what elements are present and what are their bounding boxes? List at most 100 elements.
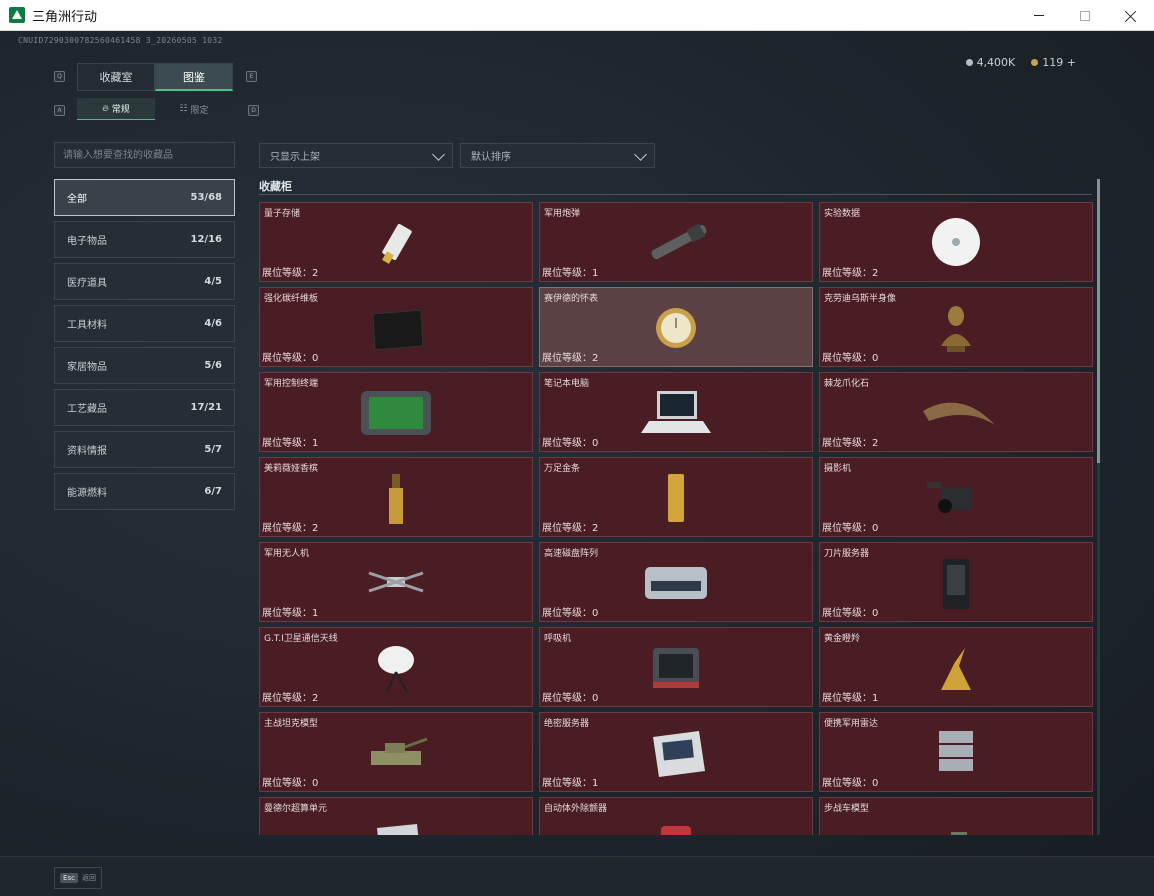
collection-card[interactable]: 绝密服务器展位等级：1 <box>539 712 813 792</box>
esc-key-hint: Esc <box>60 873 78 883</box>
collection-card[interactable]: 笔记本电脑展位等级：0 <box>539 372 813 452</box>
item-level-value: 2 <box>312 268 319 279</box>
main-tabs: 收藏室 图鉴 <box>77 63 233 91</box>
search-input[interactable] <box>54 142 235 168</box>
item-level: 展位等级：1 <box>822 689 878 704</box>
item-name: 赛伊德的怀表 <box>544 294 599 304</box>
sort-value: 默认排序 <box>471 152 511 163</box>
footer-bar <box>0 856 1154 896</box>
tab-collection-room[interactable]: 收藏室 <box>77 63 155 91</box>
item-level: 展位等级：0 <box>542 434 598 449</box>
item-name: 高速磁盘阵列 <box>544 549 599 559</box>
collection-card[interactable]: 刀片服务器 展位等级：0 <box>819 542 1093 622</box>
ifv-model-icon <box>911 806 1001 835</box>
category-item[interactable]: 能源燃料 6/7 <box>54 473 235 510</box>
collection-card[interactable]: 强化碳纤维板 展位等级：0 <box>259 287 533 367</box>
currency-silver[interactable]: 4,400K <box>965 56 1016 69</box>
item-name: 呼吸机 <box>544 634 572 644</box>
collection-grid-viewport: 量子存储 展位等级：2 军用炮弹 展位等级：1 实验数据 展位等级：2 强化碳纤维板 展位等级… <box>259 202 1093 835</box>
key-hint-q: Q <box>54 71 65 82</box>
item-name: 笔记本电脑 <box>544 379 590 389</box>
gold-coin-icon <box>1031 59 1039 66</box>
collection-card[interactable]: 自动体外除颤器 <box>539 797 813 835</box>
subtab-regular[interactable]: 🔥︎ 常规 <box>77 98 155 120</box>
collection-card[interactable]: 黄金瞪羚 展位等级：1 <box>819 627 1093 707</box>
item-level-label: 展位等级： <box>542 523 592 534</box>
item-level-label: 展位等级： <box>262 693 312 704</box>
item-name: 绝密服务器 <box>544 719 590 729</box>
gift-icon: ☷ <box>179 104 188 114</box>
grid-scrollbar-thumb[interactable] <box>1097 179 1100 463</box>
category-label: 能源燃料 <box>67 488 107 499</box>
sort-dropdown[interactable]: 默认排序 <box>460 143 655 168</box>
collection-card[interactable]: 美莉薇娅香槟 展位等级：2 <box>259 457 533 537</box>
collection-card[interactable]: 量子存储 展位等级：2 <box>259 202 533 282</box>
collection-grid: 量子存储 展位等级：2 军用炮弹 展位等级：1 实验数据 展位等级：2 强化碳纤维板 展位等级… <box>259 202 1093 835</box>
collection-card[interactable]: 万足金条 展位等级：2 <box>539 457 813 537</box>
ventilator-icon <box>631 636 721 698</box>
subtab-limited[interactable]: ☷ 限定 <box>155 98 233 120</box>
collection-card[interactable]: 棘龙爪化石 展位等级：2 <box>819 372 1093 452</box>
collection-card[interactable]: 军用炮弹 展位等级：1 <box>539 202 813 282</box>
section-title: 收藏柜 <box>259 180 292 193</box>
category-item[interactable]: 电子物品 12/16 <box>54 221 235 258</box>
section-divider <box>259 194 1092 195</box>
item-level-label: 展位等级： <box>542 693 592 704</box>
subtab-regular-label: 常规 <box>111 105 130 115</box>
collection-card[interactable]: 摄影机 展位等级：0 <box>819 457 1093 537</box>
item-level: 展位等级：0 <box>822 349 878 364</box>
currency-bar: 4,400K 119 + <box>965 56 1076 69</box>
collection-card[interactable]: 主战坦克模型 展位等级：0 <box>259 712 533 792</box>
item-level-value: 2 <box>592 523 599 534</box>
item-name: 军用无人机 <box>264 549 310 559</box>
category-item[interactable]: 医疗道具 4/5 <box>54 263 235 300</box>
collection-card[interactable]: 赛伊德的怀表 展位等级：2 <box>539 287 813 367</box>
gold-bar-icon <box>631 466 721 528</box>
item-name: 强化碳纤维板 <box>264 294 319 304</box>
item-level: 展位等级：1 <box>262 604 318 619</box>
minimize-icon <box>1034 15 1044 16</box>
item-name: 刀片服务器 <box>824 549 870 559</box>
currency-silver-value: 4,400K <box>976 56 1016 69</box>
item-level-value: 1 <box>872 693 879 704</box>
collection-card[interactable]: 克劳迪乌斯半身像 展位等级：0 <box>819 287 1093 367</box>
collection-card[interactable]: G.T.I卫星通信天线 展位等级：2 <box>259 627 533 707</box>
category-item[interactable]: 家居物品 5/6 <box>54 347 235 384</box>
item-name: 实验数据 <box>824 209 861 219</box>
category-count: 4/6 <box>204 318 222 329</box>
category-item[interactable]: 资料情报 5/7 <box>54 431 235 468</box>
collection-card[interactable]: 军用无人机展位等级：1 <box>259 542 533 622</box>
window-titlebar: 三角洲行动 <box>0 0 1154 31</box>
item-level: 展位等级：2 <box>822 264 878 279</box>
maximize-button[interactable] <box>1062 0 1108 31</box>
currency-gold[interactable]: 119 + <box>1031 56 1076 69</box>
item-level: 展位等级：1 <box>262 434 318 449</box>
shelf-filter-dropdown[interactable]: 只显示上架 <box>259 143 453 168</box>
category-item[interactable]: 工具材料 4/6 <box>54 305 235 342</box>
back-button[interactable]: Esc 返回 <box>54 867 102 889</box>
collection-card[interactable]: 实验数据展位等级：2 <box>819 202 1093 282</box>
item-level-value: 1 <box>312 438 319 449</box>
category-item[interactable]: 工艺藏品 17/21 <box>54 389 235 426</box>
minimize-button[interactable] <box>1016 0 1062 31</box>
category-count: 53/68 <box>190 192 222 203</box>
item-level: 展位等级：2 <box>262 264 318 279</box>
collection-card[interactable]: 高速磁盘阵列 展位等级：0 <box>539 542 813 622</box>
collection-card[interactable]: 军用控制终端 展位等级：1 <box>259 372 533 452</box>
category-count: 12/16 <box>190 234 222 245</box>
item-level-label: 展位等级： <box>822 353 872 364</box>
collection-card[interactable]: 便携军用雷达 展位等级：0 <box>819 712 1093 792</box>
tab-codex[interactable]: 图鉴 <box>155 63 233 91</box>
category-item[interactable]: 全部 53/68 <box>54 179 235 216</box>
defibrillator-icon <box>631 806 721 835</box>
collection-card[interactable]: 曼德尔超算单元 <box>259 797 533 835</box>
category-label: 全部 <box>67 194 87 205</box>
satellite-dish-icon <box>351 636 441 698</box>
close-button[interactable] <box>1108 0 1154 31</box>
item-level-label: 展位等级： <box>542 608 592 619</box>
grid-scrollbar[interactable] <box>1097 179 1100 835</box>
collection-card[interactable]: 呼吸机 展位等级：0 <box>539 627 813 707</box>
item-level: 展位等级：1 <box>542 774 598 789</box>
close-icon <box>1125 10 1137 22</box>
collection-card[interactable]: 步战车模型 <box>819 797 1093 835</box>
